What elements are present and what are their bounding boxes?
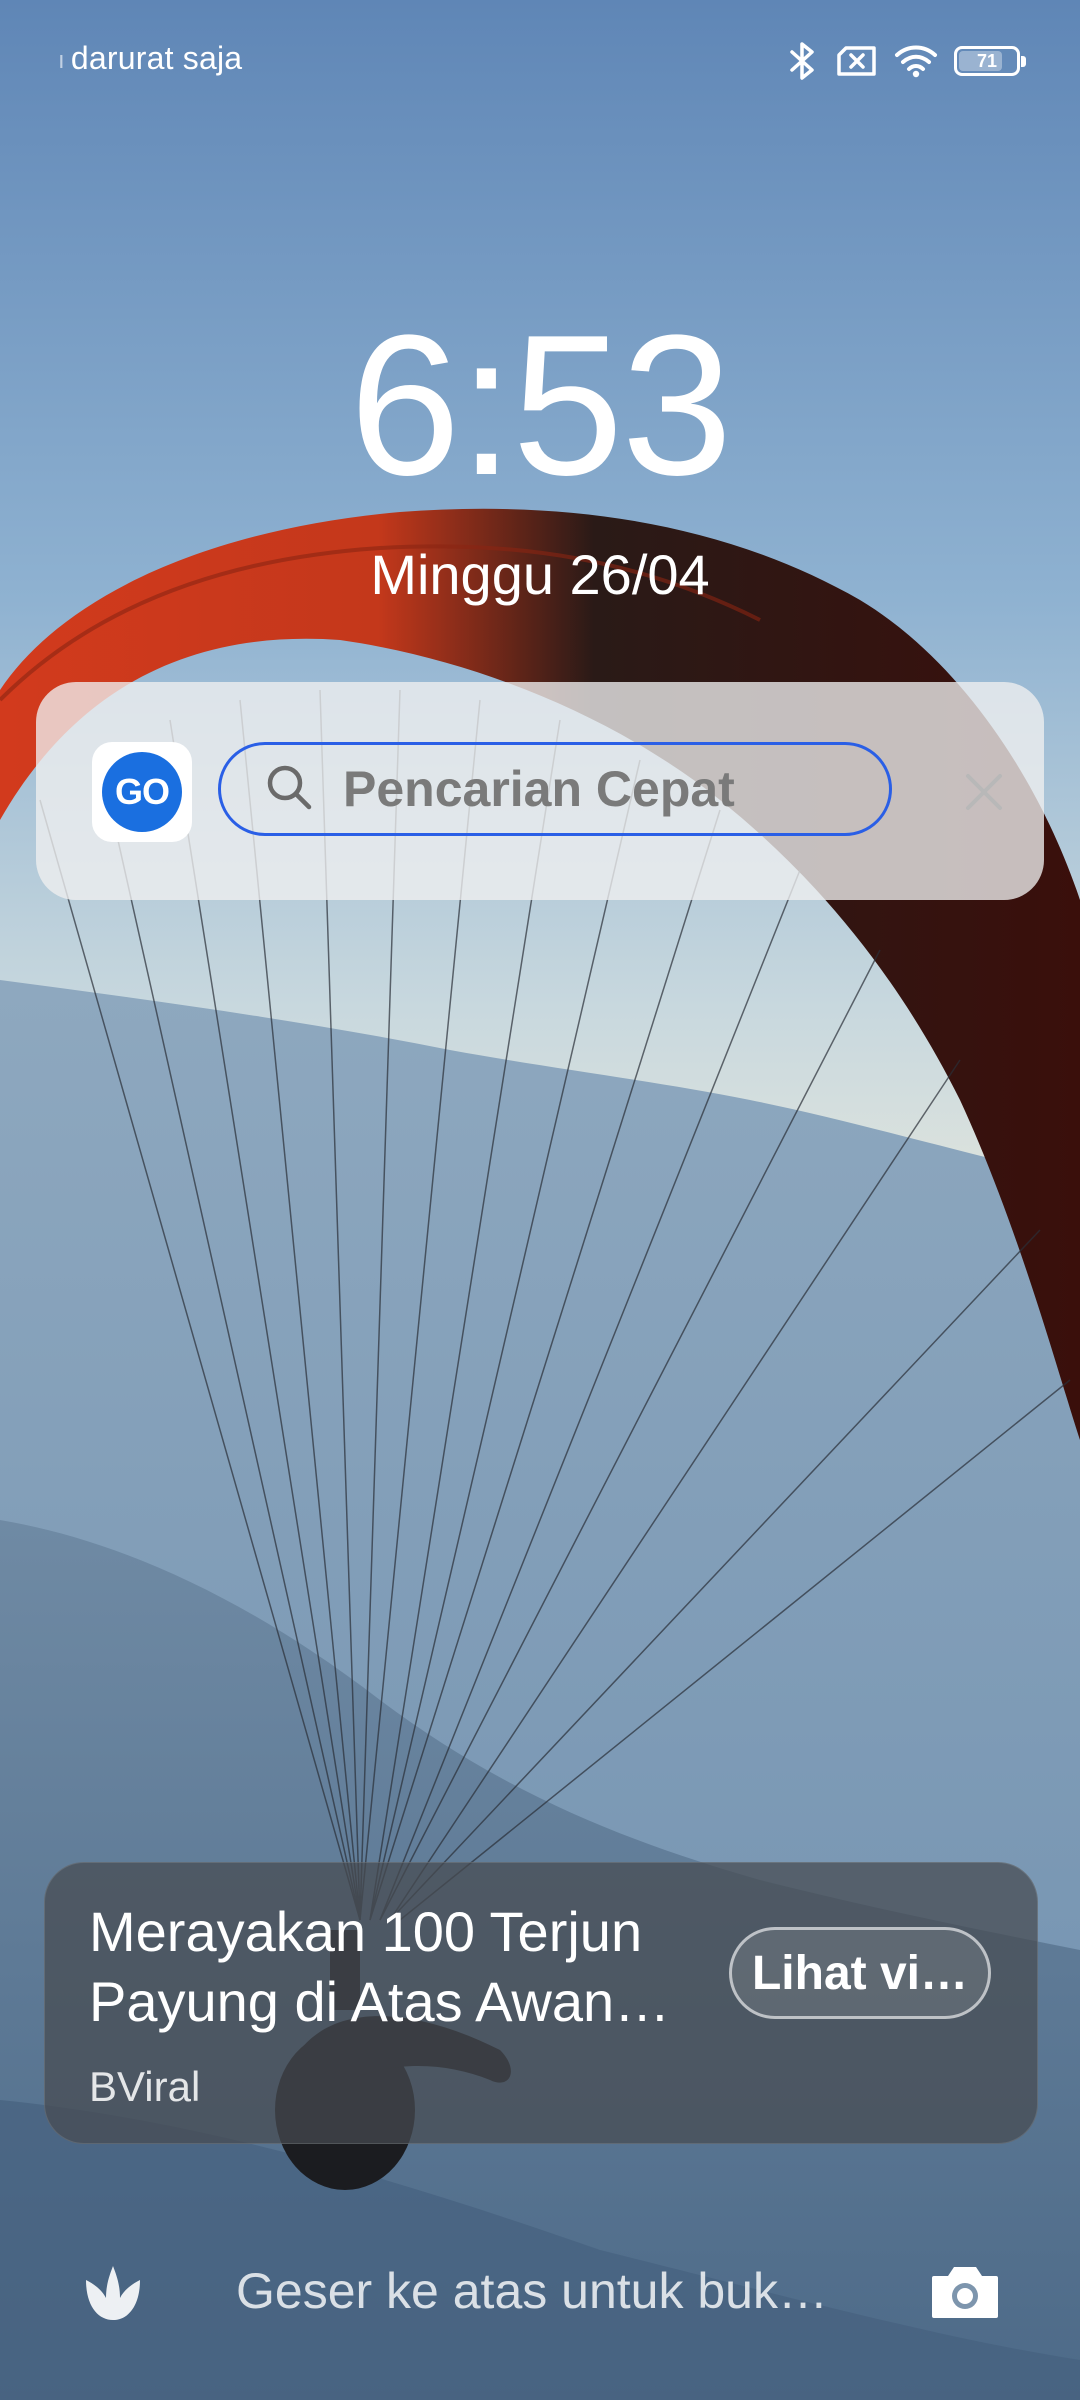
go-logo-text: GO [114,771,170,812]
news-card[interactable]: Merayakan 100 Terjun Payung di Atas Awan… [44,1862,1038,2144]
search-icon [263,761,315,818]
bluetooth-icon [786,42,820,80]
carrier-text: darurat saja [70,40,243,76]
camera-icon[interactable] [928,2260,1002,2324]
go-app-icon[interactable]: GO [92,742,192,842]
status-bar: ı darurat saja 71 [0,0,1080,120]
no-sim-icon [836,45,878,77]
signal-dot-icon: ı [58,46,65,74]
search-field[interactable] [218,742,892,836]
battery-icon: 71 [954,46,1026,76]
unlock-hint: Geser ke atas untuk buk… [236,2263,828,2319]
lock-clock: 6:53 [349,294,732,517]
close-widget-button[interactable] [954,762,1014,822]
lock-bottom-bar: Geser ke atas untuk buk… [0,2240,1080,2340]
carrier-label: ı darurat saja [58,40,242,77]
close-icon [966,774,1002,810]
news-title: Merayakan 100 Terjun Payung di Atas Awan… [89,1900,671,2033]
wifi-icon [894,44,938,78]
go-logo-circle: GO [102,752,182,832]
status-icons: 71 [786,36,1026,86]
search-input[interactable] [341,759,865,819]
lock-date: Minggu 26/04 [370,543,710,606]
battery-level: 71 [976,50,998,71]
tulip-icon[interactable] [78,2258,148,2328]
news-source: BViral [89,2063,201,2110]
view-video-button[interactable]: Lihat vi… [729,1927,991,2019]
quick-search-widget[interactable]: GO [36,682,1044,900]
